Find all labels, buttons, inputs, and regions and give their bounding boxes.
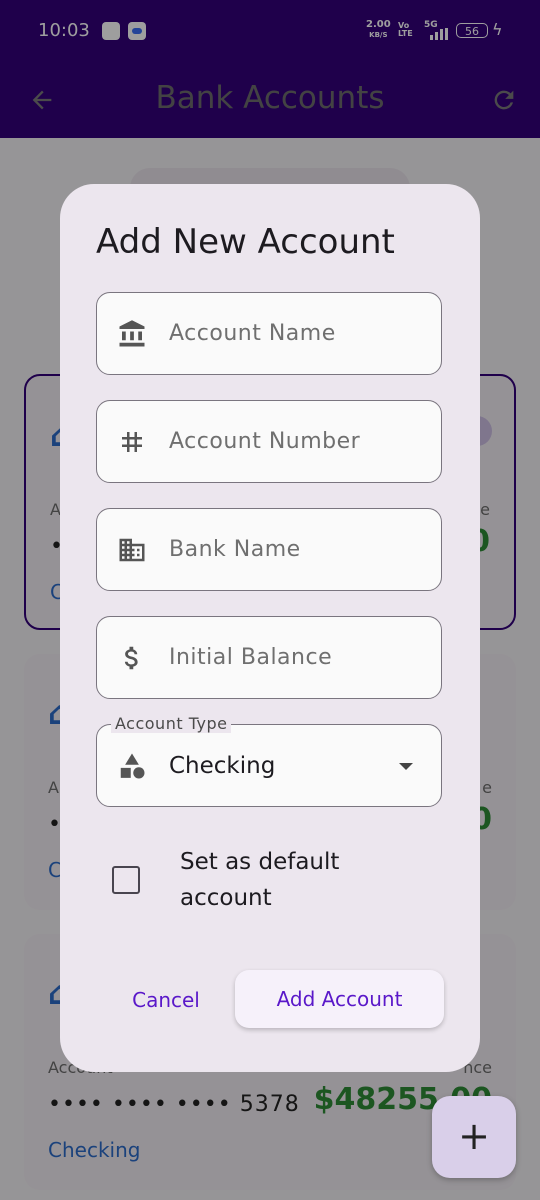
- account-number-placeholder: Account Number: [169, 429, 361, 454]
- add-account-dialog: Add New Account Account Name Account Num…: [60, 184, 480, 1072]
- cancel-button[interactable]: Cancel: [118, 982, 214, 1018]
- default-account-checkbox[interactable]: [112, 866, 140, 894]
- account-number-field[interactable]: Account Number: [96, 400, 442, 483]
- bank-icon: [119, 320, 145, 347]
- account-type-label: Account Type: [111, 714, 232, 733]
- hash-icon: [122, 432, 142, 452]
- dollar-icon: [124, 646, 138, 670]
- default-account-label[interactable]: Set as default account: [180, 844, 400, 916]
- account-type-dropdown[interactable]: Account Type Checking: [96, 714, 442, 807]
- initial-balance-placeholder: Initial Balance: [169, 645, 333, 670]
- bank-name-field[interactable]: Bank Name: [96, 508, 442, 591]
- account-name-field[interactable]: Account Name: [96, 292, 442, 375]
- initial-balance-field[interactable]: Initial Balance: [96, 616, 442, 699]
- bank-name-placeholder: Bank Name: [169, 537, 301, 562]
- chevron-down-icon: [399, 763, 413, 770]
- category-icon: [120, 753, 145, 779]
- account-type-value: Checking: [169, 753, 276, 779]
- add-account-fab[interactable]: +: [432, 1096, 516, 1178]
- dialog-title: Add New Account: [96, 222, 395, 262]
- building-icon: [119, 538, 145, 562]
- add-account-button[interactable]: Add Account: [235, 970, 444, 1028]
- account-name-placeholder: Account Name: [169, 321, 336, 346]
